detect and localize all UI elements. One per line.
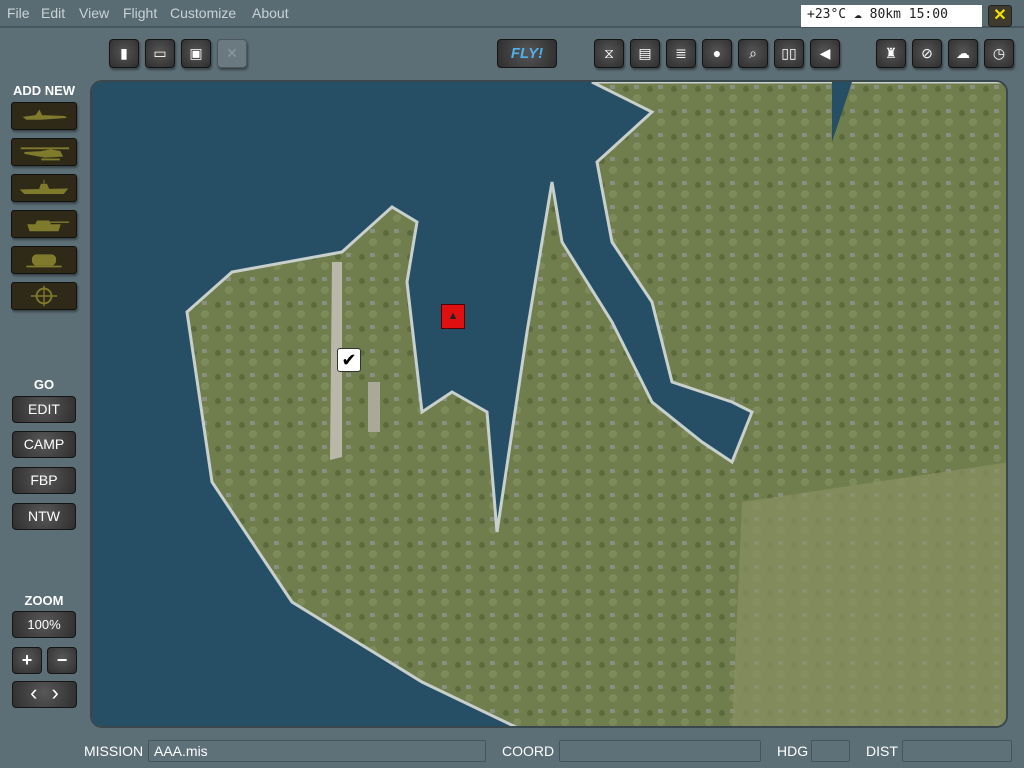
cloud-icon: ☁ [853,7,862,22]
binoculars-icon: ♜ [884,45,898,61]
mission-map[interactable]: ✔ ▲ [90,80,1008,728]
x-icon: ✕ [226,45,238,61]
fbp-button[interactable]: FBP [12,467,76,494]
airfield-marker[interactable]: ✔ [337,348,361,372]
hdg-field[interactable] [811,740,850,762]
add-ship-button[interactable] [11,174,77,202]
add-tank-button[interactable] [11,210,77,238]
temperature: +23°C [807,7,847,22]
clipboard-button[interactable]: ▤ [630,39,660,68]
chevron-right-icon[interactable]: › [52,680,59,705]
pilot-button[interactable]: ● [702,39,732,68]
head-icon: ● [712,45,722,61]
map-terrain [92,82,1006,726]
book-button[interactable]: ▯▯ [774,39,804,68]
clipboard-icon: ▤ [638,45,652,61]
train-car-icon [26,254,62,268]
time: 15:00 [908,7,948,22]
zoom-label: ZOOM [24,593,64,608]
coord-field[interactable] [559,740,761,762]
pan-control: ‹ › [12,681,77,708]
prohibited-icon: ⊘ [921,45,933,61]
briefing-button[interactable]: ⧖ [594,39,624,68]
helicopter-icon [20,147,70,161]
zoom-in-button[interactable]: + [12,647,42,674]
search-icon: ⌕ [749,45,757,61]
close-button[interactable]: ✕ [988,5,1012,27]
airplane-icon [22,109,68,120]
zoom-out-button[interactable]: − [47,647,77,674]
book-icon: ▯▯ [781,45,797,61]
weather-status: +23°C ☁ 80km 15:00 [801,5,982,27]
search-button[interactable]: ⌕ [738,39,768,68]
menu-bar: File Edit View Flight Customize About +2… [0,0,1024,28]
ship-icon: ▲ [447,310,459,322]
menu-edit[interactable]: Edit [41,5,65,21]
save-icon: ▣ [189,45,203,61]
mission-field[interactable]: AAA.mis [148,740,486,762]
tank-icon [27,220,70,232]
go-label: GO [33,377,55,392]
mission-label: MISSION [84,743,144,759]
menu-flight[interactable]: Flight [123,5,157,21]
camp-button[interactable]: CAMP [12,431,76,458]
menu-view[interactable]: View [79,5,109,21]
menu-file[interactable]: File [7,5,30,21]
new-mission-button[interactable]: ▮ [109,39,139,68]
binoculars-button[interactable]: ♜ [876,39,906,68]
menu-customize[interactable]: Customize [170,5,236,21]
visibility: 80km [869,7,901,22]
edit-button[interactable]: EDIT [12,396,76,423]
weather-icon: ☁ [956,45,970,61]
coord-label: COORD [502,743,555,759]
zoom-level-button[interactable]: 100% [12,611,76,638]
file-icon: ▮ [120,45,128,61]
add-airplane-button[interactable] [11,102,77,130]
dist-label: DIST [866,743,898,759]
disable-button[interactable]: ⊘ [912,39,942,68]
save-mission-button[interactable]: ▣ [181,39,211,68]
add-vehicle-button[interactable] [11,246,77,274]
notes-button[interactable]: ≣ [666,39,696,68]
chevron-left-icon[interactable]: ‹ [30,680,37,705]
add-new-label: ADD NEW [12,83,76,98]
sound-button[interactable]: ◀ [810,39,840,68]
weather-button[interactable]: ☁ [948,39,978,68]
speaker-icon: ◀ [819,45,831,61]
clock-icon: ◷ [992,45,1006,61]
time-button[interactable]: ◷ [984,39,1014,68]
notes-icon: ≣ [675,45,687,61]
ntw-button[interactable]: NTW [12,503,76,530]
fly-button[interactable]: FLY! [497,39,557,68]
add-helicopter-button[interactable] [11,138,77,166]
ship-icon [19,179,69,195]
hdg-label: HDG [777,743,809,759]
target-icon [31,285,57,307]
open-mission-button[interactable]: ▭ [145,39,175,68]
menu-about[interactable]: About [252,5,289,21]
hourglass-icon: ⧖ [604,45,614,61]
folder-icon: ▭ [153,45,167,61]
add-target-button[interactable] [11,282,77,310]
enemy-ship-marker[interactable]: ▲ [441,304,465,329]
dist-field[interactable] [902,740,1012,762]
close-mission-button[interactable]: ✕ [217,39,247,68]
